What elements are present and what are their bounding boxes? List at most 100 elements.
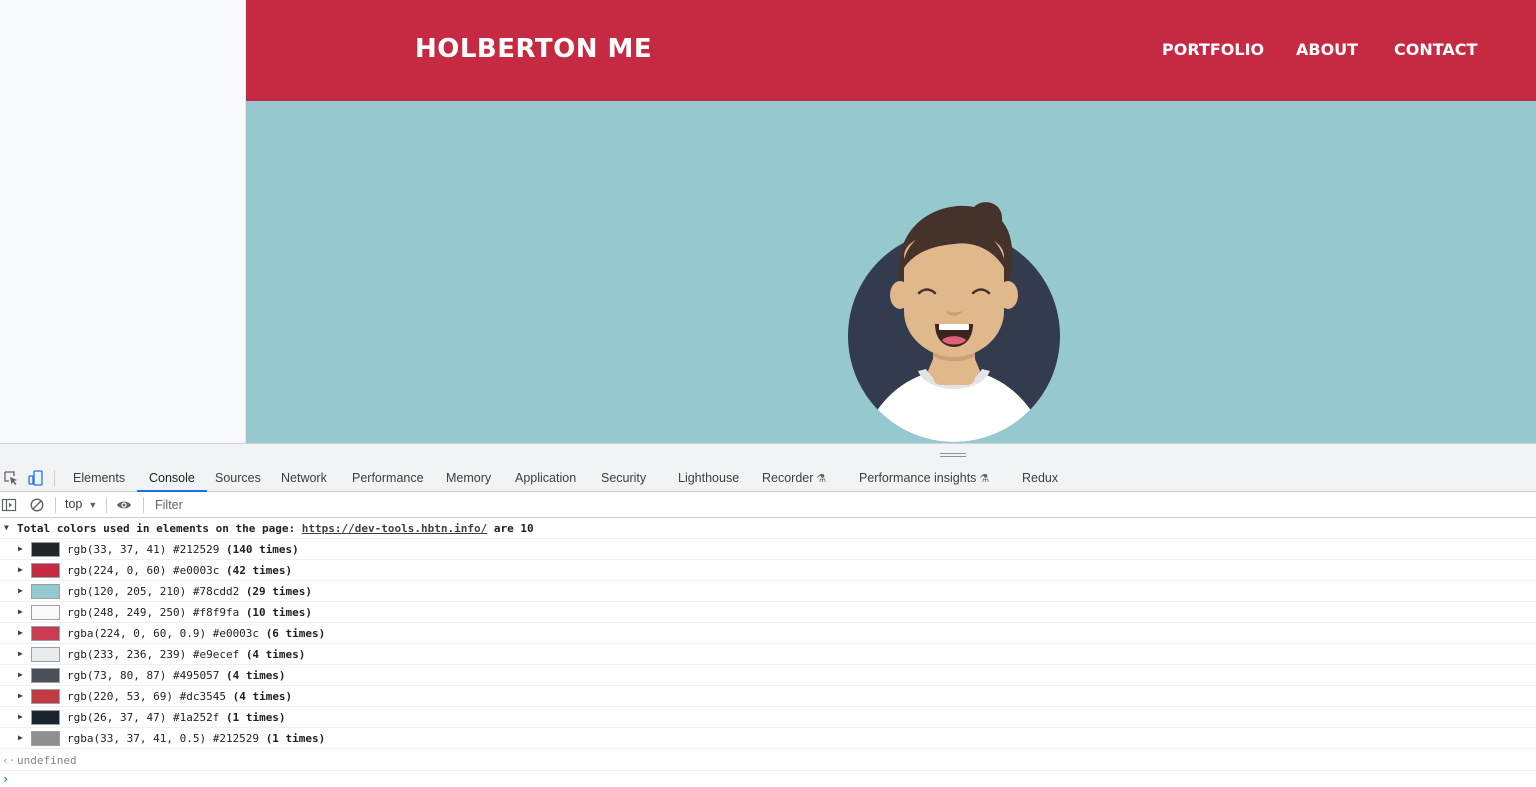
color-value: rgb(26, 37, 47) #1a252f (67, 711, 220, 724)
clear-console-icon[interactable] (29, 497, 45, 513)
tab-memory[interactable]: Memory (446, 464, 491, 492)
color-value: rgba(224, 0, 60, 0.9) #e0003c (67, 627, 260, 640)
color-entry: rgb(73, 80, 87) #495057 (4 times) (67, 669, 286, 682)
tab-performance-insights[interactable]: Performance insights ⚗ (859, 464, 989, 492)
tab-recorder[interactable]: Recorder ⚗ (762, 464, 826, 492)
color-entry: rgba(33, 37, 41, 0.5) #212529 (1 times) (67, 732, 325, 745)
color-count: (1 times) (265, 732, 326, 745)
tab-performance[interactable]: Performance (352, 464, 424, 492)
resize-grip-icon (940, 453, 966, 457)
collapse-arrow-icon[interactable]: ▶ (18, 691, 23, 700)
collapse-arrow-icon[interactable]: ▶ (18, 565, 23, 574)
collapse-arrow-icon[interactable]: ▶ (18, 712, 23, 721)
color-swatch (31, 605, 60, 620)
filter-input[interactable] (150, 495, 550, 515)
color-swatch (31, 584, 60, 599)
nav-link-about[interactable]: ABOUT (1296, 40, 1358, 59)
site-header: HOLBERTON ME PORTFOLIO ABOUT CONTACT (246, 0, 1536, 101)
color-row[interactable]: ▶ rgb(233, 236, 239) #e9ecef (4 times) (0, 644, 1536, 665)
device-toolbar-icon[interactable] (28, 470, 44, 486)
color-value: rgb(73, 80, 87) #495057 (67, 669, 220, 682)
toolbar-separator (106, 497, 107, 513)
site-brand[interactable]: HOLBERTON ME (415, 34, 652, 64)
tab-application[interactable]: Application (515, 464, 576, 492)
color-row[interactable]: ▶ rgba(33, 37, 41, 0.5) #212529 (1 times… (0, 728, 1536, 749)
color-count: (42 times) (225, 564, 293, 577)
color-value: rgb(220, 53, 69) #dc3545 (67, 690, 226, 703)
collapse-arrow-icon[interactable]: ▶ (18, 733, 23, 742)
console-sidebar-icon[interactable] (1, 497, 17, 513)
avatar (848, 202, 1060, 442)
tab-security[interactable]: Security (601, 464, 646, 492)
console-group-header[interactable]: ▼ Total colors used in elements on the p… (0, 519, 1536, 539)
flask-icon: ⚗ (816, 473, 827, 485)
color-entry: rgb(33, 37, 41) #212529 (140 times) (67, 543, 299, 556)
tab-network[interactable]: Network (281, 464, 327, 492)
color-row[interactable]: ▶ rgb(224, 0, 60) #e0003c (42 times) (0, 560, 1536, 581)
devtools-panel: Elements Console Sources Network Perform… (0, 443, 1536, 787)
nav-link-contact[interactable]: CONTACT (1394, 40, 1477, 59)
collapse-arrow-icon[interactable]: ▶ (18, 670, 23, 679)
console-result-row: ‹· undefined (0, 751, 1536, 771)
color-swatch (31, 563, 60, 578)
color-count: (1 times) (225, 711, 286, 724)
color-swatch (31, 626, 60, 641)
toolbar-separator (143, 497, 144, 513)
tab-console[interactable]: Console (137, 464, 207, 492)
tab-sources[interactable]: Sources (215, 464, 261, 492)
color-entry: rgb(224, 0, 60) #e0003c (42 times) (67, 564, 292, 577)
color-row[interactable]: ▶ rgb(26, 37, 47) #1a252f (1 times) (0, 707, 1536, 728)
dropdown-arrow-icon: ▼ (88, 500, 98, 510)
viewport-margin (0, 0, 246, 443)
color-count: (4 times) (225, 669, 286, 682)
collapse-arrow-icon[interactable]: ▶ (18, 649, 23, 658)
context-select[interactable]: top ▼ (65, 497, 97, 511)
console-group-text: Total colors used in elements on the pag… (17, 522, 534, 535)
color-value: rgb(33, 37, 41) #212529 (67, 543, 220, 556)
console-prompt[interactable]: › (0, 771, 1536, 787)
color-entry: rgb(120, 205, 210) #78cdd2 (29 times) (67, 585, 312, 598)
live-expression-icon[interactable] (116, 497, 132, 513)
tab-elements[interactable]: Elements (73, 464, 125, 492)
color-row[interactable]: ▶ rgb(33, 37, 41) #212529 (140 times) (0, 539, 1536, 560)
inspect-element-icon[interactable] (3, 470, 19, 486)
color-row[interactable]: ▶ rgb(120, 205, 210) #78cdd2 (29 times) (0, 581, 1536, 602)
tab-lighthouse[interactable]: Lighthouse (678, 464, 739, 492)
color-entry: rgb(26, 37, 47) #1a252f (1 times) (67, 711, 286, 724)
collapse-arrow-icon[interactable]: ▶ (18, 607, 23, 616)
color-count: (4 times) (245, 648, 306, 661)
color-entry: rgba(224, 0, 60, 0.9) #e0003c (6 times) (67, 627, 325, 640)
color-count: (6 times) (265, 627, 326, 640)
color-swatch (31, 710, 60, 725)
color-swatch (31, 731, 60, 746)
color-swatch (31, 668, 60, 683)
group-url-link[interactable]: https://dev-tools.hbtn.info/ (302, 522, 487, 535)
color-entry: rgb(233, 236, 239) #e9ecef (4 times) (67, 648, 305, 661)
color-swatch (31, 542, 60, 557)
collapse-arrow-icon[interactable]: ▶ (18, 544, 23, 553)
devtools-resize-handle[interactable] (0, 443, 1536, 464)
nav-link-portfolio[interactable]: PORTFOLIO (1162, 40, 1264, 59)
toolbar-separator (55, 497, 56, 513)
tab-recorder-label: Recorder (762, 471, 814, 485)
color-value: rgb(224, 0, 60) #e0003c (67, 564, 220, 577)
tab-redux[interactable]: Redux (1022, 464, 1058, 492)
devtools-tabbar: Elements Console Sources Network Perform… (0, 464, 1536, 492)
console-toolbar: top ▼ (0, 492, 1536, 518)
color-row[interactable]: ▶ rgb(220, 53, 69) #dc3545 (4 times) (0, 686, 1536, 707)
website: HOLBERTON ME PORTFOLIO ABOUT CONTACT (246, 0, 1536, 443)
flask-icon: ⚗ (979, 473, 990, 485)
collapse-arrow-icon[interactable]: ▶ (18, 628, 23, 637)
color-count: (10 times) (245, 606, 313, 619)
page-viewport: HOLBERTON ME PORTFOLIO ABOUT CONTACT (0, 0, 1536, 443)
color-row[interactable]: ▶ rgb(248, 249, 250) #f8f9fa (10 times) (0, 602, 1536, 623)
group-prefix: Total colors used in elements on the pag… (17, 522, 302, 535)
color-count: (4 times) (232, 690, 293, 703)
console-result: undefined (17, 754, 77, 767)
collapse-arrow-icon[interactable]: ▶ (18, 586, 23, 595)
color-row[interactable]: ▶ rgb(73, 80, 87) #495057 (4 times) (0, 665, 1536, 686)
color-value: rgb(233, 236, 239) #e9ecef (67, 648, 240, 661)
color-row[interactable]: ▶ rgba(224, 0, 60, 0.9) #e0003c (6 times… (0, 623, 1536, 644)
group-suffix: are 10 (487, 522, 534, 535)
expand-arrow-icon[interactable]: ▼ (4, 523, 9, 532)
